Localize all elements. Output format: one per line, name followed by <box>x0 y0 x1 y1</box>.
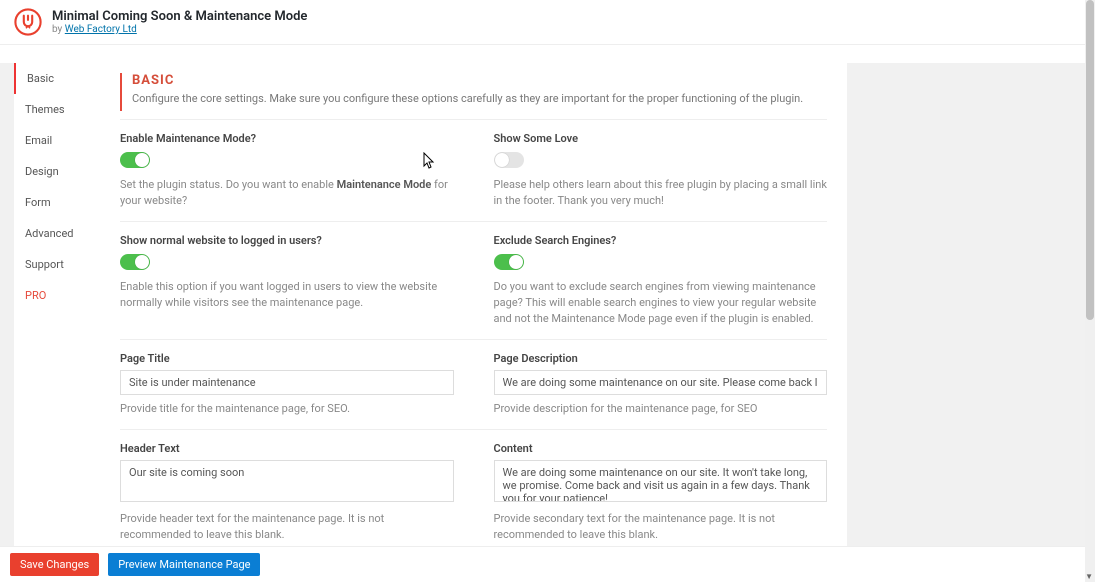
content-label: Content <box>494 442 828 455</box>
plugin-byline: by Web Factory Ltd <box>52 24 307 35</box>
scroll-down-arrow-icon: ▼ <box>1085 572 1093 581</box>
settings-tabs: Basic Themes Email Design Form Advanced … <box>14 63 109 582</box>
panel-heading: BASIC <box>132 73 827 88</box>
page-title-help: Provide title for the maintenance page, … <box>120 401 454 417</box>
content-help: Provide secondary text for the maintenan… <box>494 511 828 543</box>
scrollbar-track[interactable] <box>1085 0 1095 582</box>
page-desc-help: Provide description for the maintenance … <box>494 401 828 417</box>
header-text-help: Provide header text for the maintenance … <box>120 511 454 543</box>
plugin-header: Minimal Coming Soon & Maintenance Mode b… <box>0 0 1085 45</box>
scrollbar-thumb[interactable] <box>1086 0 1094 320</box>
main-scroll-area[interactable]: Minimal Coming Soon & Maintenance Mode b… <box>0 0 1085 582</box>
enable-maintenance-label: Enable Maintenance Mode? <box>120 132 454 145</box>
header-text-input[interactable] <box>120 460 454 502</box>
show-love-toggle[interactable] <box>494 152 524 168</box>
enable-maintenance-toggle[interactable] <box>120 152 150 168</box>
plugin-title: Minimal Coming Soon & Maintenance Mode <box>52 9 307 24</box>
panel-desc: Configure the core settings. Make sure y… <box>132 92 827 105</box>
exclude-se-label: Exclude Search Engines? <box>494 234 828 247</box>
normal-logged-label: Show normal website to logged in users? <box>120 234 454 247</box>
preview-button[interactable]: Preview Maintenance Page <box>108 553 260 576</box>
tab-form[interactable]: Form <box>14 187 109 218</box>
save-button[interactable]: Save Changes <box>10 553 99 576</box>
tab-advanced[interactable]: Advanced <box>14 218 109 249</box>
plugin-logo-icon <box>14 8 42 36</box>
author-link[interactable]: Web Factory Ltd <box>65 24 137 35</box>
tab-themes[interactable]: Themes <box>14 94 109 125</box>
tab-email[interactable]: Email <box>14 125 109 156</box>
normal-logged-help: Enable this option if you want logged in… <box>120 279 454 311</box>
footer-bar: Save Changes Preview Maintenance Page <box>0 546 1085 582</box>
enable-maintenance-help: Set the plugin status. Do you want to en… <box>120 177 454 209</box>
page-desc-label: Page Description <box>494 352 828 365</box>
exclude-se-help: Do you want to exclude search engines fr… <box>494 279 828 327</box>
tab-basic[interactable]: Basic <box>14 63 109 94</box>
content-input[interactable] <box>494 460 828 502</box>
show-love-label: Show Some Love <box>494 132 828 145</box>
page-desc-input[interactable] <box>494 370 828 395</box>
tab-design[interactable]: Design <box>14 156 109 187</box>
show-love-help: Please help others learn about this free… <box>494 177 828 209</box>
normal-logged-toggle[interactable] <box>120 254 150 270</box>
page-title-input[interactable] <box>120 370 454 395</box>
exclude-se-toggle[interactable] <box>494 254 524 270</box>
tab-support[interactable]: Support <box>14 249 109 280</box>
page-title-label: Page Title <box>120 352 454 365</box>
header-text-label: Header Text <box>120 442 454 455</box>
tab-pro[interactable]: PRO <box>14 280 109 311</box>
